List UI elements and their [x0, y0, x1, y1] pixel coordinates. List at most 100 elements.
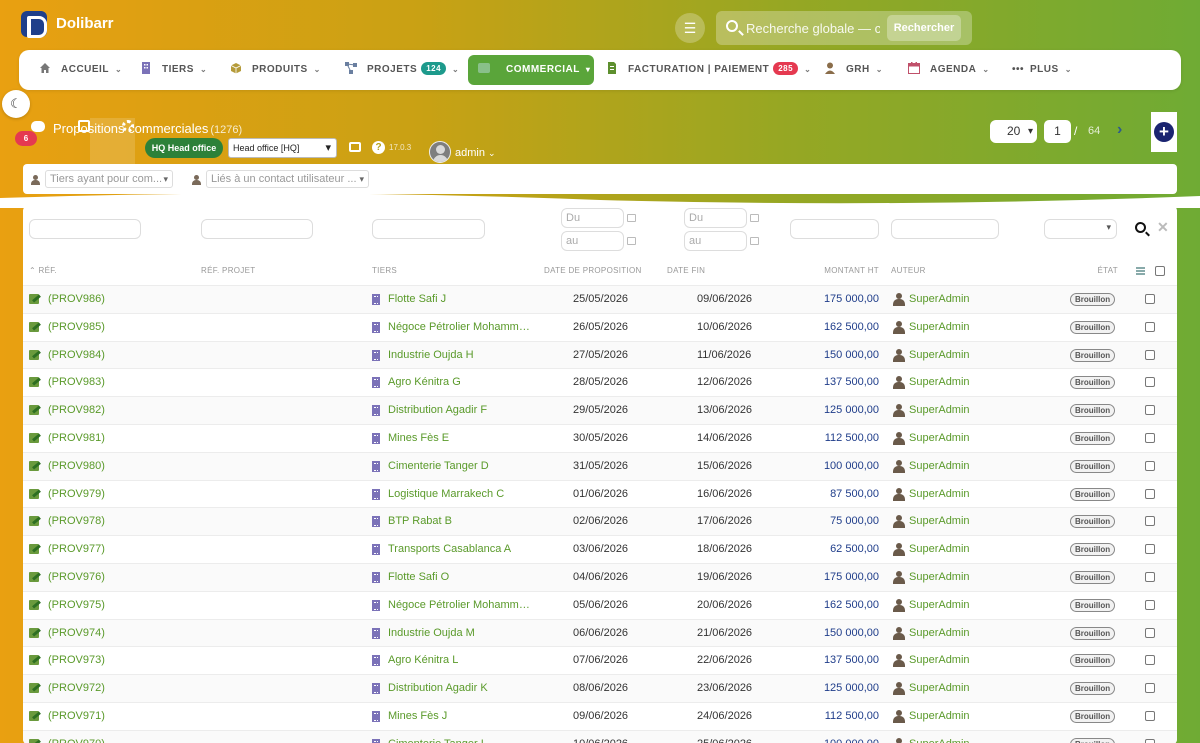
author-filter-input[interactable] [891, 219, 999, 239]
entity-button[interactable]: HQ Head office [145, 138, 223, 158]
tiers-link[interactable]: Agro Kénitra L [388, 647, 533, 675]
calendar-icon[interactable] [750, 237, 759, 245]
user-menu[interactable]: admin ⌄ [455, 147, 496, 159]
ref-link[interactable]: (PROV981) [48, 425, 105, 453]
search-button[interactable]: Rechercher [887, 15, 961, 41]
author-link[interactable]: SuperAdmin [909, 425, 970, 453]
date-fin-to-input[interactable]: au [684, 231, 747, 251]
author-link[interactable]: SuperAdmin [909, 536, 970, 564]
col-tiers-header[interactable]: TIERS [372, 266, 397, 275]
tiers-link[interactable]: Mines Fès J [388, 703, 533, 731]
ref-link[interactable]: (PROV984) [48, 342, 105, 370]
author-link[interactable]: SuperAdmin [909, 620, 970, 648]
select-all-checkbox[interactable] [1155, 266, 1165, 276]
tiers-filter-input[interactable] [372, 219, 485, 239]
ref-link[interactable]: (PROV970) [48, 731, 105, 743]
entity-select[interactable]: Head office [HQ] [228, 138, 337, 158]
calendar-icon[interactable] [627, 214, 636, 222]
ref-link[interactable]: (PROV975) [48, 592, 105, 620]
calendar-icon[interactable] [627, 237, 636, 245]
app-name[interactable]: Dolibarr [56, 15, 114, 32]
author-link[interactable]: SuperAdmin [909, 369, 970, 397]
col-ref-project-header[interactable]: RÉF. PROJET [201, 266, 255, 275]
tiers-link[interactable]: Négoce Pétrolier Mohammedia I [388, 314, 533, 342]
col-amount-header[interactable]: MONTANT HT [793, 266, 879, 275]
row-checkbox[interactable] [1145, 738, 1155, 743]
contact-filter[interactable]: Liés à un contact utilisateur ... [206, 170, 369, 188]
author-link[interactable]: SuperAdmin [909, 675, 970, 703]
ref-link[interactable]: (PROV972) [48, 675, 105, 703]
ref-link[interactable]: (PROV980) [48, 453, 105, 481]
column-selector-icon[interactable] [1136, 267, 1145, 275]
row-checkbox[interactable] [1145, 655, 1155, 666]
nav-item-produits[interactable]: PRODUITS ⌄ [230, 50, 321, 90]
author-link[interactable]: SuperAdmin [909, 647, 970, 675]
ref-project-filter-input[interactable] [201, 219, 313, 239]
author-link[interactable]: SuperAdmin [909, 703, 970, 731]
author-link[interactable]: SuperAdmin [909, 453, 970, 481]
tiers-link[interactable]: Distribution Agadir K [388, 675, 533, 703]
row-checkbox[interactable] [1145, 572, 1155, 582]
ref-link[interactable]: (PROV973) [48, 647, 105, 675]
tiers-link[interactable]: Industrie Oujda H [388, 342, 533, 370]
row-checkbox[interactable] [1145, 377, 1155, 388]
state-filter-select[interactable] [1044, 219, 1117, 239]
tiers-link[interactable]: Flotte Safi O [388, 564, 533, 592]
author-link[interactable]: SuperAdmin [909, 342, 970, 370]
row-checkbox[interactable] [1145, 627, 1155, 638]
tiers-link[interactable]: Négoce Pétrolier Mohammedia N [388, 592, 533, 620]
author-link[interactable]: SuperAdmin [909, 286, 970, 314]
col-date-fin-header[interactable]: DATE FIN [667, 266, 705, 275]
ref-link[interactable]: (PROV976) [48, 564, 105, 592]
nav-item-grh[interactable]: GRH ⌄ [824, 50, 883, 90]
ref-link[interactable]: (PROV978) [48, 508, 105, 536]
ref-link[interactable]: (PROV979) [48, 481, 105, 509]
row-checkbox[interactable] [1145, 460, 1155, 471]
row-checkbox[interactable] [1145, 488, 1155, 499]
col-date-prop-header[interactable]: DATE DE PROPOSITION [544, 266, 642, 275]
col-ref-header[interactable]: ⌃ RÉF. [29, 266, 57, 275]
avatar[interactable] [429, 141, 451, 163]
ref-link[interactable]: (PROV983) [48, 369, 105, 397]
dark-mode-toggle[interactable]: ☾ [2, 90, 30, 118]
amount-filter-input[interactable] [790, 219, 879, 239]
tiers-link[interactable]: Distribution Agadir F [388, 397, 533, 425]
date-fin-from-input[interactable]: Du [684, 208, 747, 228]
nav-item-accueil[interactable]: ACCUEIL ⌄ [39, 50, 122, 90]
ref-link[interactable]: (PROV974) [48, 620, 105, 648]
tiers-link[interactable]: Transports Casablanca A [388, 536, 533, 564]
row-checkbox[interactable] [1145, 516, 1155, 527]
tiers-link[interactable]: Mines Fès E [388, 425, 533, 453]
author-link[interactable]: SuperAdmin [909, 592, 970, 620]
ref-link[interactable]: (PROV985) [48, 314, 105, 342]
nav-item-agenda[interactable]: AGENDA ⌄ [908, 50, 990, 90]
global-search-input[interactable] [746, 17, 880, 39]
dolibarr-logo[interactable]: D [21, 11, 47, 38]
row-checkbox[interactable] [1145, 294, 1155, 304]
author-link[interactable]: SuperAdmin [909, 314, 970, 342]
ref-link[interactable]: (PROV982) [48, 397, 105, 425]
print-icon[interactable] [349, 142, 361, 152]
nav-item-commercial[interactable]: COMMERCIAL ▾ [468, 55, 594, 85]
author-link[interactable]: SuperAdmin [909, 731, 970, 743]
close-icon[interactable]: ✕ [1157, 219, 1169, 236]
tiers-link[interactable]: Cimenterie Tanger D [388, 453, 533, 481]
nav-item-tiers[interactable]: TIERS ⌄ [140, 50, 207, 90]
tiers-link[interactable]: Cimenterie Tanger I [388, 731, 533, 743]
next-page-icon[interactable]: › [1117, 121, 1122, 139]
add-button[interactable]: + [1151, 112, 1177, 152]
nav-item-projets[interactable]: PROJETS 124 ⌄ [345, 50, 459, 90]
tiers-commercial-filter[interactable]: Tiers ayant pour com... [45, 170, 173, 188]
ref-filter-input[interactable] [29, 219, 141, 239]
tiers-link[interactable]: Industrie Oujda M [388, 620, 533, 648]
author-link[interactable]: SuperAdmin [909, 481, 970, 509]
tiers-link[interactable]: Logistique Marrakech C [388, 481, 533, 509]
col-author-header[interactable]: AUTEUR [891, 266, 926, 275]
gear-icon[interactable] [122, 120, 134, 132]
calendar-icon[interactable] [750, 214, 759, 222]
nav-item-plus[interactable]: ••• PLUS ⌄ [1012, 50, 1072, 90]
row-checkbox[interactable] [1145, 405, 1155, 416]
tiers-link[interactable]: BTP Rabat B [388, 508, 533, 536]
author-link[interactable]: SuperAdmin [909, 397, 970, 425]
hamburger-icon[interactable]: ☰ [675, 13, 705, 43]
